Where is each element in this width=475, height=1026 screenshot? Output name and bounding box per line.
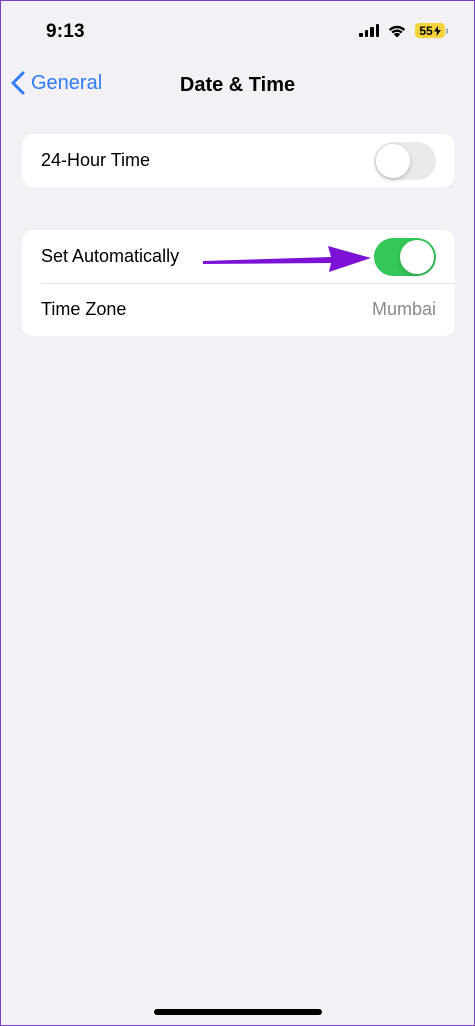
home-indicator[interactable] — [153, 1009, 322, 1015]
charging-bolt-icon — [433, 25, 441, 36]
wifi-icon — [388, 25, 406, 38]
page-title: Date & Time — [179, 74, 296, 96]
toggle-knob — [376, 143, 410, 178]
status-icons: 55 — [359, 23, 448, 38]
set-automatically-toggle[interactable] — [374, 237, 436, 276]
hour24-row: 24-Hour Time — [22, 134, 455, 187]
navigation-bar: General Date & Time — [1, 61, 474, 113]
hour24-group: 24-Hour Time — [22, 134, 455, 187]
cellular-signal-icon — [359, 24, 379, 37]
arrow-annotation-icon — [203, 246, 371, 272]
battery-tip — [446, 27, 448, 34]
time-zone-label: Time Zone — [41, 299, 127, 319]
status-time: 9:13 — [46, 21, 85, 42]
time-zone-row[interactable]: Time Zone Mumbai — [22, 283, 455, 336]
hour24-toggle[interactable] — [374, 141, 436, 180]
battery-icon: 55 — [415, 23, 445, 38]
hour24-label: 24-Hour Time — [41, 150, 151, 170]
status-bar: 9:13 55 — [1, 1, 474, 61]
toggle-knob — [400, 239, 434, 274]
battery-level: 55 — [419, 23, 433, 38]
time-zone-value: Mumbai — [371, 299, 436, 319]
